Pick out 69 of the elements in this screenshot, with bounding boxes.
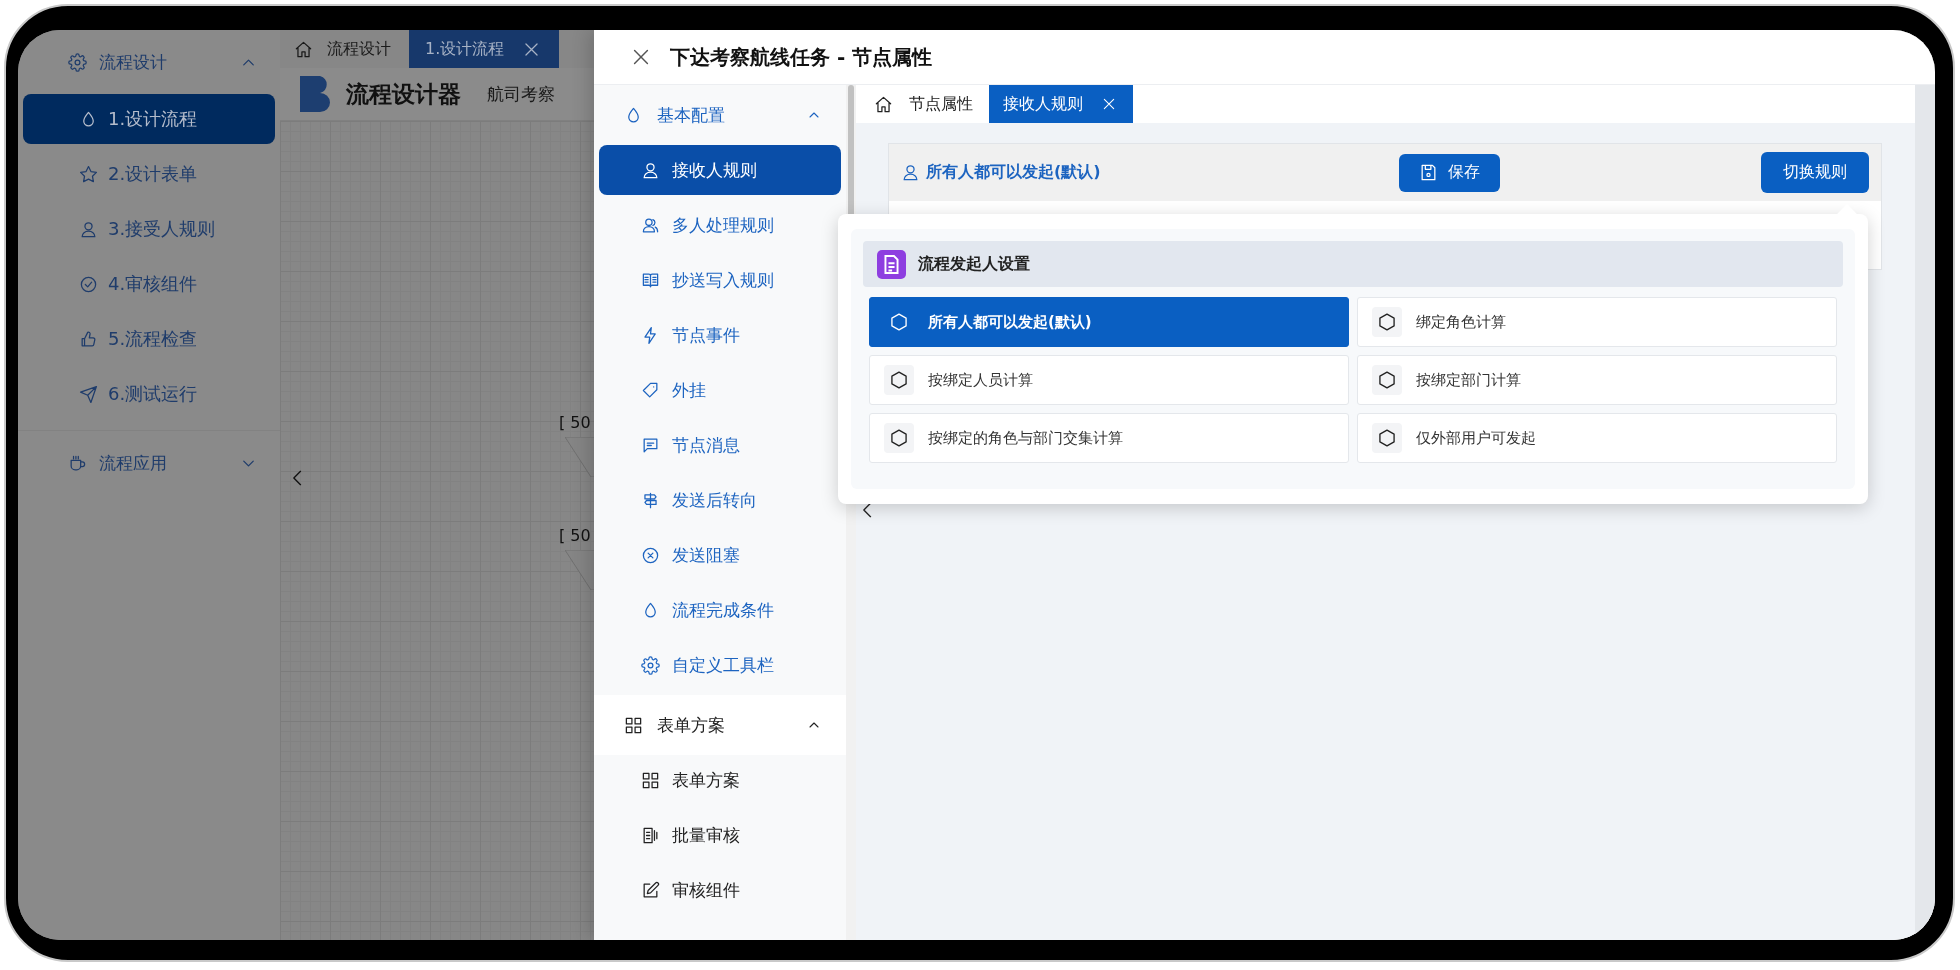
check-circle-icon — [79, 274, 98, 294]
hexagon-icon — [889, 312, 909, 332]
node-label: [ 50 — [559, 413, 591, 432]
send-icon — [79, 384, 98, 404]
save-button[interactable]: 保存 — [1399, 153, 1500, 192]
popover-title: 流程发起人设置 — [918, 253, 1030, 275]
nav-item[interactable]: 接收人规则 — [599, 145, 841, 195]
nav-item[interactable]: 节点事件 — [599, 310, 841, 360]
edit-icon — [641, 880, 660, 900]
cup-icon — [68, 453, 87, 473]
hexagon-icon — [889, 370, 909, 390]
cancel-icon — [641, 545, 660, 565]
nav-group[interactable]: 表单方案 — [594, 695, 846, 755]
rule-option[interactable]: 按绑定部门计算 — [1357, 355, 1837, 405]
hexagon-icon — [1377, 370, 1397, 390]
rule-option[interactable]: 所有人都可以发起(默认) — [869, 297, 1349, 347]
thumb-up-icon — [79, 329, 98, 349]
tab[interactable]: 1.设计流程 — [409, 30, 560, 68]
nav-item[interactable]: 批量审核 — [599, 810, 841, 860]
home-tab[interactable]: 流程设计 — [280, 30, 409, 68]
user-icon — [79, 219, 98, 239]
sidebar-item[interactable]: 6.测试运行 — [23, 369, 275, 419]
home-tab[interactable]: 节点属性 — [856, 85, 989, 123]
nav-item[interactable]: 外挂 — [599, 365, 841, 415]
sidebar-item[interactable]: 5.流程检查 — [23, 314, 275, 364]
user-icon — [901, 163, 920, 182]
drawer-title: 下达考察航线任务 - 节点属性 — [670, 43, 933, 71]
node-label: [ 50 — [559, 526, 591, 545]
document-icon — [641, 825, 660, 845]
tab[interactable]: 接收人规则 — [989, 85, 1133, 123]
user-icon — [641, 160, 660, 180]
gear-icon — [641, 655, 660, 675]
hexagon-icon — [1377, 428, 1397, 448]
gear-icon — [68, 52, 87, 72]
nav-item[interactable]: 流程完成条件 — [599, 585, 841, 635]
document-icon — [877, 249, 906, 279]
sidebar-item[interactable]: 4.审核组件 — [23, 259, 275, 309]
sidebar-item[interactable]: 3.接受人规则 — [23, 204, 275, 254]
sidebar-group[interactable]: 流程设计 — [18, 30, 280, 94]
close-icon — [1101, 96, 1117, 112]
save-icon — [1419, 163, 1438, 182]
nav-item[interactable]: 表单方案 — [599, 755, 841, 805]
current-rule: 所有人都可以发起(默认) — [926, 162, 1101, 183]
tag-icon — [641, 380, 660, 400]
hexagon-icon — [889, 428, 909, 448]
rule-option[interactable]: 按绑定人员计算 — [869, 355, 1349, 405]
nav-item[interactable]: 发送后转向 — [599, 475, 841, 525]
home-icon — [874, 94, 893, 114]
nav-item[interactable]: 自定义工具栏 — [599, 640, 841, 690]
sidebar-item[interactable]: 1.设计流程 — [23, 94, 275, 144]
hexagon-icon — [1377, 312, 1397, 332]
nav-item[interactable]: 抄送写入规则 — [599, 255, 841, 305]
app-title: 流程设计器 — [346, 79, 461, 109]
nav-item[interactable]: 发送阻塞 — [599, 530, 841, 580]
sidebar-item[interactable]: 2.设计表单 — [23, 149, 275, 199]
rule-option[interactable]: 仅外部用户可发起 — [1357, 413, 1837, 463]
user-name: 航司考察 — [487, 82, 555, 106]
switch-rule-button[interactable]: 切换规则 — [1761, 152, 1869, 193]
nav-item[interactable]: 节点消息 — [599, 420, 841, 470]
grid-icon — [641, 770, 660, 790]
rule-option[interactable]: 绑定角色计算 — [1357, 297, 1837, 347]
rule-option[interactable]: 按绑定的角色与部门交集计算 — [869, 413, 1349, 463]
signpost-icon — [641, 490, 660, 510]
grid-icon — [624, 715, 643, 735]
nav-item[interactable]: 多人处理规则 — [599, 200, 841, 250]
star-icon — [79, 164, 98, 184]
logo-icon — [300, 76, 330, 112]
nav-item[interactable]: 审核组件 — [599, 865, 841, 915]
home-icon — [294, 39, 313, 59]
